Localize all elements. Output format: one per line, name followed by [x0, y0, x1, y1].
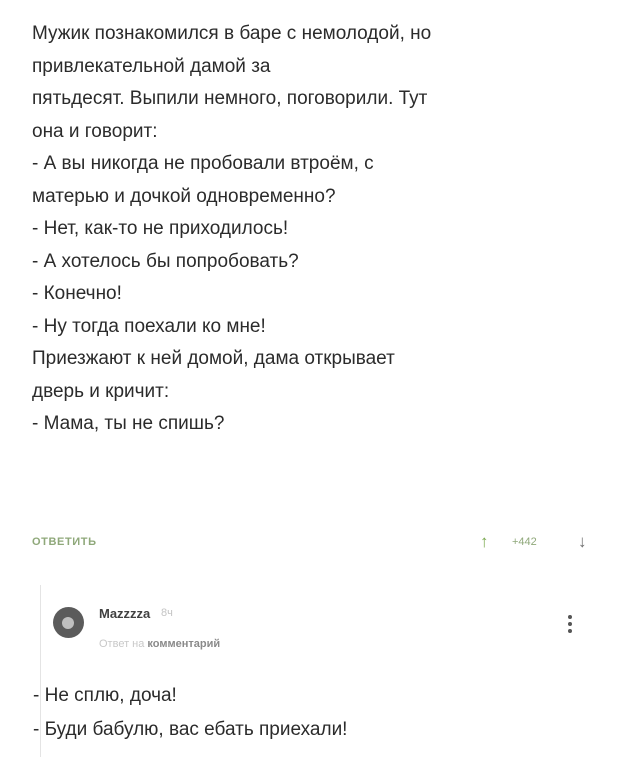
post-line: привлекательной дамой за: [32, 55, 271, 77]
post-line: дверь и кричит:: [32, 380, 170, 402]
reply-to-target[interactable]: комментарий: [147, 638, 220, 650]
post-line: - Мама, ты не спишь?: [32, 413, 225, 434]
comment-time: 8ч: [161, 607, 173, 619]
post-line: - Ну тогда поехали ко мне!: [32, 315, 266, 337]
post-line: Приезжают к ней домой, дама открывает: [32, 348, 395, 369]
comment-username[interactable]: Mazzzza: [99, 606, 150, 621]
post-line: матерью и дочкой одновременно?: [32, 185, 336, 207]
post-body: Мужик познакомился в баре с немолодой, н…: [32, 18, 592, 441]
more-menu-icon[interactable]: [567, 615, 573, 637]
reply-to-prefix: Ответ на: [99, 638, 148, 650]
post-line: - Конечно!: [32, 283, 122, 304]
avatar[interactable]: [53, 607, 84, 638]
post-line: - А хотелось бы попробовать?: [32, 250, 299, 272]
reply-comment: Mazzzza 8ч Ответ на комментарий - Не спл…: [33, 585, 617, 757]
post-line: Мужик познакомился в баре с немолодой, н…: [32, 23, 432, 44]
post-actions: ОТВЕТИТЬ ↑ +442 ↓: [32, 532, 604, 556]
reply-button[interactable]: ОТВЕТИТЬ: [32, 536, 97, 548]
upvote-arrow-icon[interactable]: ↑: [480, 532, 489, 552]
downvote-arrow-icon[interactable]: ↓: [578, 532, 587, 552]
post-line: она и говорит:: [32, 120, 158, 142]
reply-to-link[interactable]: Ответ на комментарий: [99, 638, 220, 650]
comment-line: - Не сплю, доча!: [33, 685, 177, 706]
vote-score: +442: [512, 536, 537, 548]
post-line: - Нет, как-то не приходилось!: [32, 218, 289, 239]
comment-text: - Не сплю, доча! - Буди бабулю, вас ебат…: [33, 679, 347, 747]
comment-line: - Буди бабулю, вас ебать приехали!: [33, 719, 348, 740]
post-line: пятьдесят. Выпили немного, поговорили. Т…: [32, 88, 428, 109]
post-line: - А вы никогда не пробовали втроём, с: [32, 153, 374, 174]
avatar-image: [62, 617, 74, 629]
